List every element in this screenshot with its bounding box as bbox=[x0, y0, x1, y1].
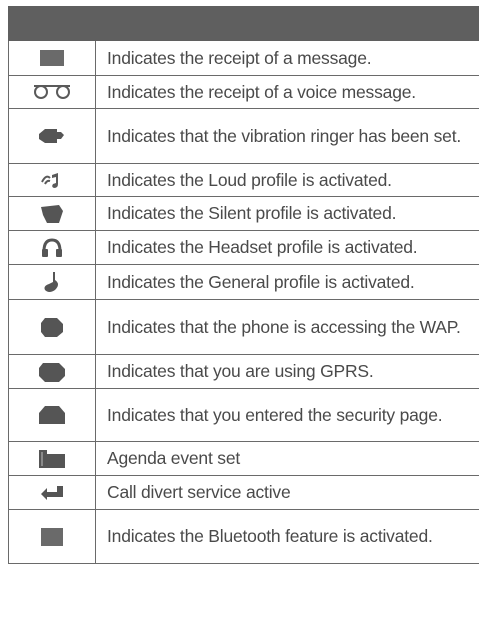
table-row: Indicates the General profile is activat… bbox=[8, 264, 479, 300]
row-description: Indicates the Bluetooth feature is activ… bbox=[107, 526, 433, 546]
table-row: Indicates the Silent profile is activate… bbox=[8, 196, 479, 231]
table-row: Indicates that the vibration ringer has … bbox=[8, 108, 479, 164]
vibration-ringer-icon bbox=[37, 126, 67, 146]
row-description: Indicates that you are using GPRS. bbox=[107, 361, 374, 381]
row-description: Indicates the receipt of a voice message… bbox=[107, 81, 416, 102]
table-row: Indicates that you are using GPRS. bbox=[8, 354, 479, 389]
agenda-event-icon bbox=[37, 449, 67, 469]
row-description: Indicates the Silent profile is activate… bbox=[107, 203, 397, 223]
table-row: Indicates the receipt of a message. bbox=[8, 40, 479, 76]
table-row: Agenda event set bbox=[8, 441, 479, 476]
table-row: Indicates the Loud profile is activated. bbox=[8, 163, 479, 197]
loud-profile-icon bbox=[40, 170, 64, 190]
table-row: Call divert service active bbox=[8, 475, 479, 510]
row-description: Call divert service active bbox=[107, 482, 291, 502]
call-divert-icon bbox=[39, 484, 65, 501]
voicemail-icon bbox=[32, 84, 72, 100]
gprs-icon bbox=[37, 361, 67, 383]
icon-column-header bbox=[8, 6, 96, 41]
status-icon-table: Indicates the receipt of a message. Indi… bbox=[8, 6, 479, 564]
row-description: Agenda event set bbox=[107, 448, 241, 468]
headset-profile-icon bbox=[41, 237, 63, 259]
message-icon bbox=[39, 49, 65, 67]
general-profile-icon bbox=[41, 270, 63, 294]
table-header-row bbox=[8, 6, 479, 41]
table-row: Indicates that you entered the security … bbox=[8, 388, 479, 442]
table-row: Indicates the Headset profile is activat… bbox=[8, 230, 479, 265]
row-description: Indicates the Loud profile is activated. bbox=[107, 169, 392, 190]
wap-access-icon bbox=[39, 316, 65, 338]
row-description: Indicates that the vibration ringer has … bbox=[107, 125, 462, 146]
row-description: Indicates the receipt of a message. bbox=[107, 47, 372, 68]
description-column-header bbox=[95, 6, 479, 41]
row-description: Indicates that you entered the security … bbox=[107, 404, 443, 425]
row-description: Indicates the Headset profile is activat… bbox=[107, 237, 418, 257]
table-row: Indicates that the phone is accessing th… bbox=[8, 299, 479, 355]
bluetooth-icon bbox=[40, 527, 64, 547]
row-description: Indicates that the phone is accessing th… bbox=[107, 316, 461, 337]
silent-profile-icon bbox=[39, 203, 65, 225]
security-page-icon bbox=[37, 404, 67, 426]
table-row: Indicates the receipt of a voice message… bbox=[8, 75, 479, 109]
row-description: Indicates the General profile is activat… bbox=[107, 271, 415, 292]
table-row: Indicates the Bluetooth feature is activ… bbox=[8, 509, 479, 564]
